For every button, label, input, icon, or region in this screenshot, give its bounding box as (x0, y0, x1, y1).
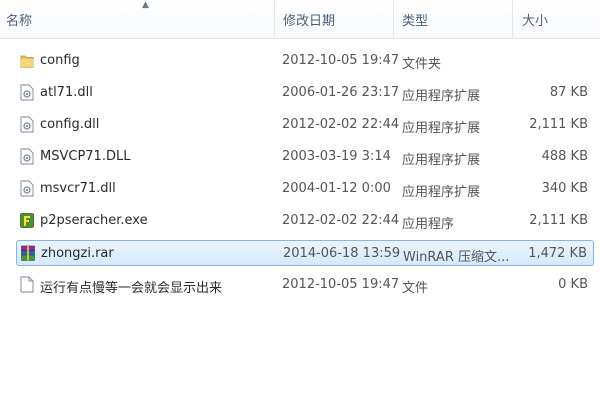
column-header-type[interactable]: 类型 (402, 10, 428, 29)
file-explorer-list: ▲ 名称 修改日期 类型 大小 config 2012-10-05 19:47 … (0, 0, 600, 400)
file-date: 2003-03-19 3:14 (282, 149, 391, 164)
file-name: zhongzi.rar (41, 246, 114, 261)
file-name: config.dll (40, 117, 100, 132)
file-row[interactable]: 运行有点慢等一会就会显示出来 2012-10-05 19:47 文件 0 KB (16, 272, 594, 298)
dll-file-icon (20, 84, 34, 101)
file-size: 340 KB (541, 181, 588, 196)
file-size: 2,111 KB (529, 117, 588, 132)
file-type: 应用程序扩展 (402, 121, 481, 136)
file-name: atl71.dll (40, 85, 93, 100)
file-date: 2004-01-12 0:00 (282, 181, 391, 196)
dll-file-icon (20, 116, 34, 133)
file-size: 0 KB (558, 277, 588, 292)
column-divider[interactable] (512, 0, 513, 38)
file-date: 2014-06-18 13:59 (283, 246, 401, 261)
file-date: 2012-02-02 22:44 (282, 117, 400, 132)
file-size: 1,472 KB (528, 246, 587, 261)
column-divider[interactable] (393, 0, 394, 38)
file-name: config (40, 53, 80, 68)
file-name: MSVCP71.DLL (40, 149, 131, 164)
file-row[interactable]: p2pseracher.exe 2012-02-02 22:44 应用程序 2,… (16, 208, 594, 234)
file-type: 应用程序 (402, 217, 455, 232)
file-type: 文件 (402, 281, 429, 296)
file-type: 文件夹 (402, 57, 442, 72)
file-type: 应用程序扩展 (402, 89, 481, 104)
column-header-date[interactable]: 修改日期 (283, 10, 335, 29)
sort-ascending-icon: ▲ (142, 0, 149, 10)
file-row[interactable]: msvcr71.dll 2004-01-12 0:00 应用程序扩展 340 K… (16, 176, 594, 202)
column-divider[interactable] (274, 0, 275, 38)
file-date: 2012-10-05 19:47 (282, 53, 400, 68)
column-header-bar: ▲ 名称 修改日期 类型 大小 (0, 0, 600, 39)
file-row[interactable]: config.dll 2012-02-02 22:44 应用程序扩展 2,111… (16, 112, 594, 138)
file-size: 87 KB (549, 85, 588, 100)
file-row[interactable]: MSVCP71.DLL 2003-03-19 3:14 应用程序扩展 488 K… (16, 144, 594, 170)
column-header-size[interactable]: 大小 (522, 10, 548, 29)
dll-file-icon (20, 148, 34, 165)
file-type: 应用程序扩展 (402, 185, 481, 200)
dll-file-icon (20, 180, 34, 197)
file-type: 应用程序扩展 (402, 153, 481, 168)
folder-icon (20, 52, 34, 69)
file-row[interactable]: atl71.dll 2006-01-26 23:17 应用程序扩展 87 KB (16, 80, 594, 106)
column-header-name[interactable]: 名称 (6, 10, 32, 29)
file-row-selected[interactable]: zhongzi.rar 2014-06-18 13:59 WinRAR 压缩文.… (16, 240, 594, 266)
file-name: msvcr71.dll (40, 181, 116, 196)
file-type: WinRAR 压缩文... (403, 250, 510, 265)
winrar-archive-icon (21, 245, 35, 262)
file-size: 488 KB (541, 149, 588, 164)
file-size: 2,111 KB (529, 213, 588, 228)
blank-file-icon (20, 276, 34, 293)
exe-app-icon (20, 212, 34, 229)
file-date: 2012-10-05 19:47 (282, 277, 400, 292)
file-name: 运行有点慢等一会就会显示出来 (40, 281, 223, 296)
file-date: 2012-02-02 22:44 (282, 213, 400, 228)
file-row[interactable]: config 2012-10-05 19:47 文件夹 (16, 48, 594, 74)
file-date: 2006-01-26 23:17 (282, 85, 400, 100)
file-name: p2pseracher.exe (40, 213, 148, 228)
